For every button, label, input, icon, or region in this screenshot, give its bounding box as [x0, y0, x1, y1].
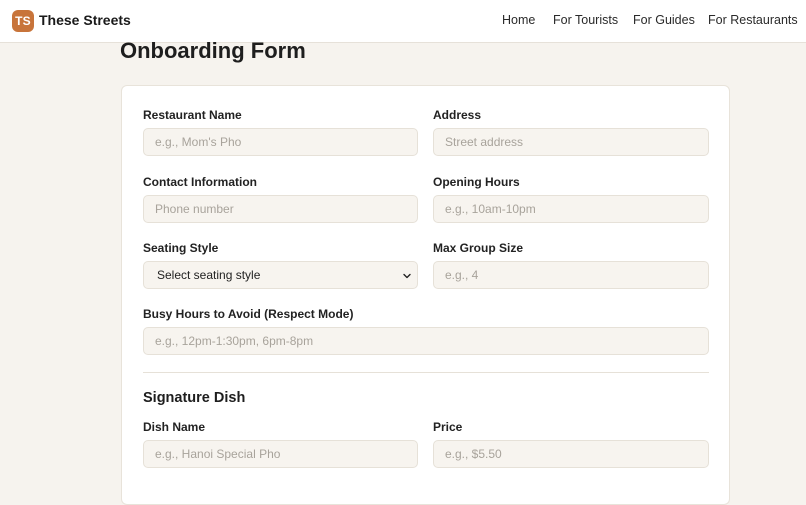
price-input[interactable] — [433, 440, 709, 468]
chevron-down-icon — [403, 273, 411, 279]
busy-hours-label: Busy Hours to Avoid (Respect Mode) — [143, 307, 354, 321]
contact-information-input[interactable] — [143, 195, 418, 223]
nav-link-for-tourists[interactable]: For Tourists — [553, 13, 618, 27]
restaurant-name-input[interactable] — [143, 128, 418, 156]
max-group-size-label: Max Group Size — [433, 241, 524, 255]
contact-information-label: Contact Information — [143, 175, 257, 189]
address-input[interactable] — [433, 128, 709, 156]
opening-hours-input[interactable] — [433, 195, 709, 223]
max-group-size-input[interactable] — [433, 261, 709, 289]
busy-hours-input[interactable] — [143, 327, 709, 355]
opening-hours-label: Opening Hours — [433, 175, 520, 189]
restaurant-name-label: Restaurant Name — [143, 108, 242, 122]
top-navigation-bar: TS These Streets Home For Tourists For G… — [0, 0, 806, 43]
seating-style-selected-value: Select seating style — [157, 268, 261, 282]
nav-link-for-guides[interactable]: For Guides — [633, 13, 695, 27]
nav-link-for-restaurants[interactable]: For Restaurants — [708, 13, 798, 27]
seating-style-label: Seating Style — [143, 241, 219, 255]
signature-dish-heading: Signature Dish — [143, 390, 246, 406]
dish-name-input[interactable] — [143, 440, 418, 468]
seating-style-select[interactable]: Select seating style — [143, 261, 418, 289]
dish-name-label: Dish Name — [143, 420, 206, 434]
price-label: Price — [433, 420, 463, 434]
logo-badge[interactable]: TS — [12, 10, 34, 32]
address-label: Address — [433, 108, 482, 122]
page-title: Onboarding Form — [120, 38, 306, 63]
nav-link-home[interactable]: Home — [502, 13, 535, 27]
brand-name[interactable]: These Streets — [39, 12, 131, 28]
section-divider — [143, 372, 709, 373]
